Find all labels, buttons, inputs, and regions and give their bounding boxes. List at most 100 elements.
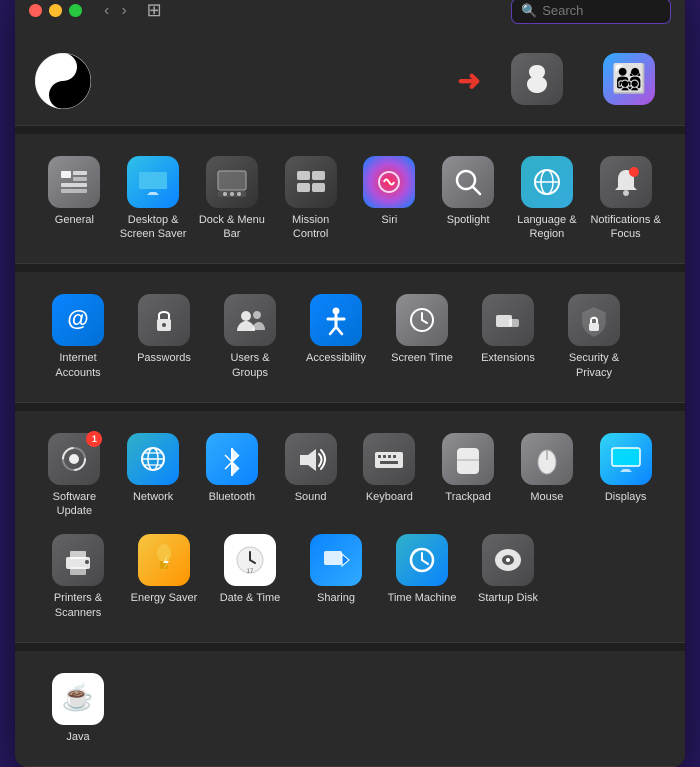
siri-icon xyxy=(363,156,415,208)
minimize-button[interactable] xyxy=(49,4,62,17)
bluetooth-icon xyxy=(206,433,258,485)
pref-dock[interactable]: Dock & Menu Bar xyxy=(193,148,272,250)
pref-general[interactable]: General xyxy=(35,148,114,250)
grid-view-button[interactable]: ⊞ xyxy=(141,0,168,23)
sharing-icon-wrap xyxy=(310,534,362,586)
pref-bluetooth[interactable]: Bluetooth xyxy=(193,425,272,527)
sound-icon xyxy=(285,433,337,485)
pref-energy[interactable]: Energy Saver xyxy=(121,526,207,628)
pref-sharing[interactable]: Sharing xyxy=(293,526,379,628)
pref-java[interactable]: ☕ Java xyxy=(35,665,121,752)
prefs-row-2: @ Internet Accounts Passwords Users & Group… xyxy=(35,286,665,388)
dock-icon-wrap xyxy=(206,156,258,208)
search-input[interactable] xyxy=(542,3,661,18)
accessibility-icon-wrap xyxy=(310,294,362,346)
general-label: General xyxy=(55,213,94,227)
pref-trackpad[interactable]: Trackpad xyxy=(429,425,508,527)
pref-mission[interactable]: Mission Control xyxy=(271,148,350,250)
network-icon-wrap xyxy=(127,433,179,485)
svg-text:☕: ☕ xyxy=(62,682,94,712)
pref-extensions[interactable]: Extensions xyxy=(465,286,551,388)
apple-id-icon xyxy=(511,53,563,105)
printers-icon xyxy=(52,534,104,586)
pref-users[interactable]: Users & Groups xyxy=(207,286,293,388)
sound-icon-wrap xyxy=(285,433,337,485)
trackpad-label: Trackpad xyxy=(445,490,490,504)
prefs-section-4: ☕ Java xyxy=(15,651,685,767)
language-icon xyxy=(521,156,573,208)
pref-passwords[interactable]: Passwords xyxy=(121,286,207,388)
network-label: Network xyxy=(133,490,173,504)
displays-icon xyxy=(600,433,652,485)
maximize-button[interactable] xyxy=(69,4,82,17)
profile-info xyxy=(107,80,442,82)
internet-icon-wrap: @ xyxy=(52,294,104,346)
pref-desktop[interactable]: Desktop & Screen Saver xyxy=(114,148,193,250)
internet-icon: @ xyxy=(52,294,104,346)
mouse-label: Mouse xyxy=(530,490,563,504)
energy-icon-wrap xyxy=(138,534,190,586)
startup-icon xyxy=(482,534,534,586)
back-button[interactable]: ‹ xyxy=(100,0,113,22)
pref-security[interactable]: Security & Privacy xyxy=(551,286,637,388)
dock-label: Dock & Menu Bar xyxy=(197,213,268,242)
language-icon-wrap xyxy=(521,156,573,208)
sharing-label: Sharing xyxy=(317,591,355,605)
java-label: Java xyxy=(66,730,89,744)
pref-internet[interactable]: @ Internet Accounts xyxy=(35,286,121,388)
prefs-row-1: General Desktop & Screen SaverDock & Menu… xyxy=(35,148,665,250)
pref-sound[interactable]: Sound xyxy=(271,425,350,527)
spotlight-label: Spotlight xyxy=(447,213,490,227)
dock-icon xyxy=(206,156,258,208)
family-sharing-item[interactable]: 👨‍👩‍👧‍👦 xyxy=(593,53,665,109)
pref-printers[interactable]: Printers & Scanners xyxy=(35,526,121,628)
mission-icon-wrap xyxy=(285,156,337,208)
spotlight-icon-wrap xyxy=(442,156,494,208)
pref-displays[interactable]: Displays xyxy=(586,425,665,527)
pref-notifications[interactable]: Notifications & Focus xyxy=(586,148,665,250)
profile-section: ➜ 👨‍👩‍👧‍👦 xyxy=(15,37,685,126)
pref-language[interactable]: Language & Region xyxy=(508,148,587,250)
startup-label: Startup Disk xyxy=(478,591,538,605)
general-icon xyxy=(48,156,100,208)
pref-siri[interactable]: Siri xyxy=(350,148,429,250)
datetime-label: Date & Time xyxy=(220,591,281,605)
printers-icon-wrap xyxy=(52,534,104,586)
passwords-icon-wrap xyxy=(138,294,190,346)
trackpad-icon-wrap xyxy=(442,433,494,485)
search-box[interactable]: 🔍 xyxy=(511,0,671,24)
sound-label: Sound xyxy=(295,490,327,504)
apple-id-item[interactable] xyxy=(501,53,573,109)
prefs-row-3: 1Software Update Network Bluetooth Sound Key… xyxy=(35,425,665,527)
trackpad-icon xyxy=(442,433,494,485)
svg-text:17: 17 xyxy=(247,569,254,575)
java-icon-wrap: ☕ xyxy=(52,673,104,725)
users-icon xyxy=(224,294,276,346)
close-button[interactable] xyxy=(29,4,42,17)
keyboard-label: Keyboard xyxy=(366,490,413,504)
bluetooth-label: Bluetooth xyxy=(209,490,255,504)
internet-label: Internet Accounts xyxy=(39,351,117,380)
family-sharing-icon: 👨‍👩‍👧‍👦 xyxy=(603,53,655,105)
accessibility-label: Accessibility xyxy=(306,351,366,365)
avatar xyxy=(35,53,91,109)
pref-datetime[interactable]: 17 Date & Time xyxy=(207,526,293,628)
pref-timemachine[interactable]: Time Machine xyxy=(379,526,465,628)
mission-label: Mission Control xyxy=(275,213,346,242)
pref-mouse[interactable]: Mouse xyxy=(508,425,587,527)
passwords-label: Passwords xyxy=(137,351,191,365)
pref-startup[interactable]: Startup Disk xyxy=(465,526,551,628)
pref-screentime[interactable]: Screen Time xyxy=(379,286,465,388)
pref-software[interactable]: 1Software Update xyxy=(35,425,114,527)
pref-accessibility[interactable]: Accessibility xyxy=(293,286,379,388)
pref-spotlight[interactable]: Spotlight xyxy=(429,148,508,250)
security-icon-wrap xyxy=(568,294,620,346)
mouse-icon xyxy=(521,433,573,485)
pref-network[interactable]: Network xyxy=(114,425,193,527)
screentime-label: Screen Time xyxy=(391,351,453,365)
security-icon xyxy=(568,294,620,346)
profile-actions: ➜ 👨‍👩‍👧‍👦 xyxy=(458,53,665,109)
system-preferences-window:  ‹ › ⊞ 🔍 xyxy=(15,0,685,767)
forward-button[interactable]: › xyxy=(117,0,130,22)
pref-keyboard[interactable]: Keyboard xyxy=(350,425,429,527)
